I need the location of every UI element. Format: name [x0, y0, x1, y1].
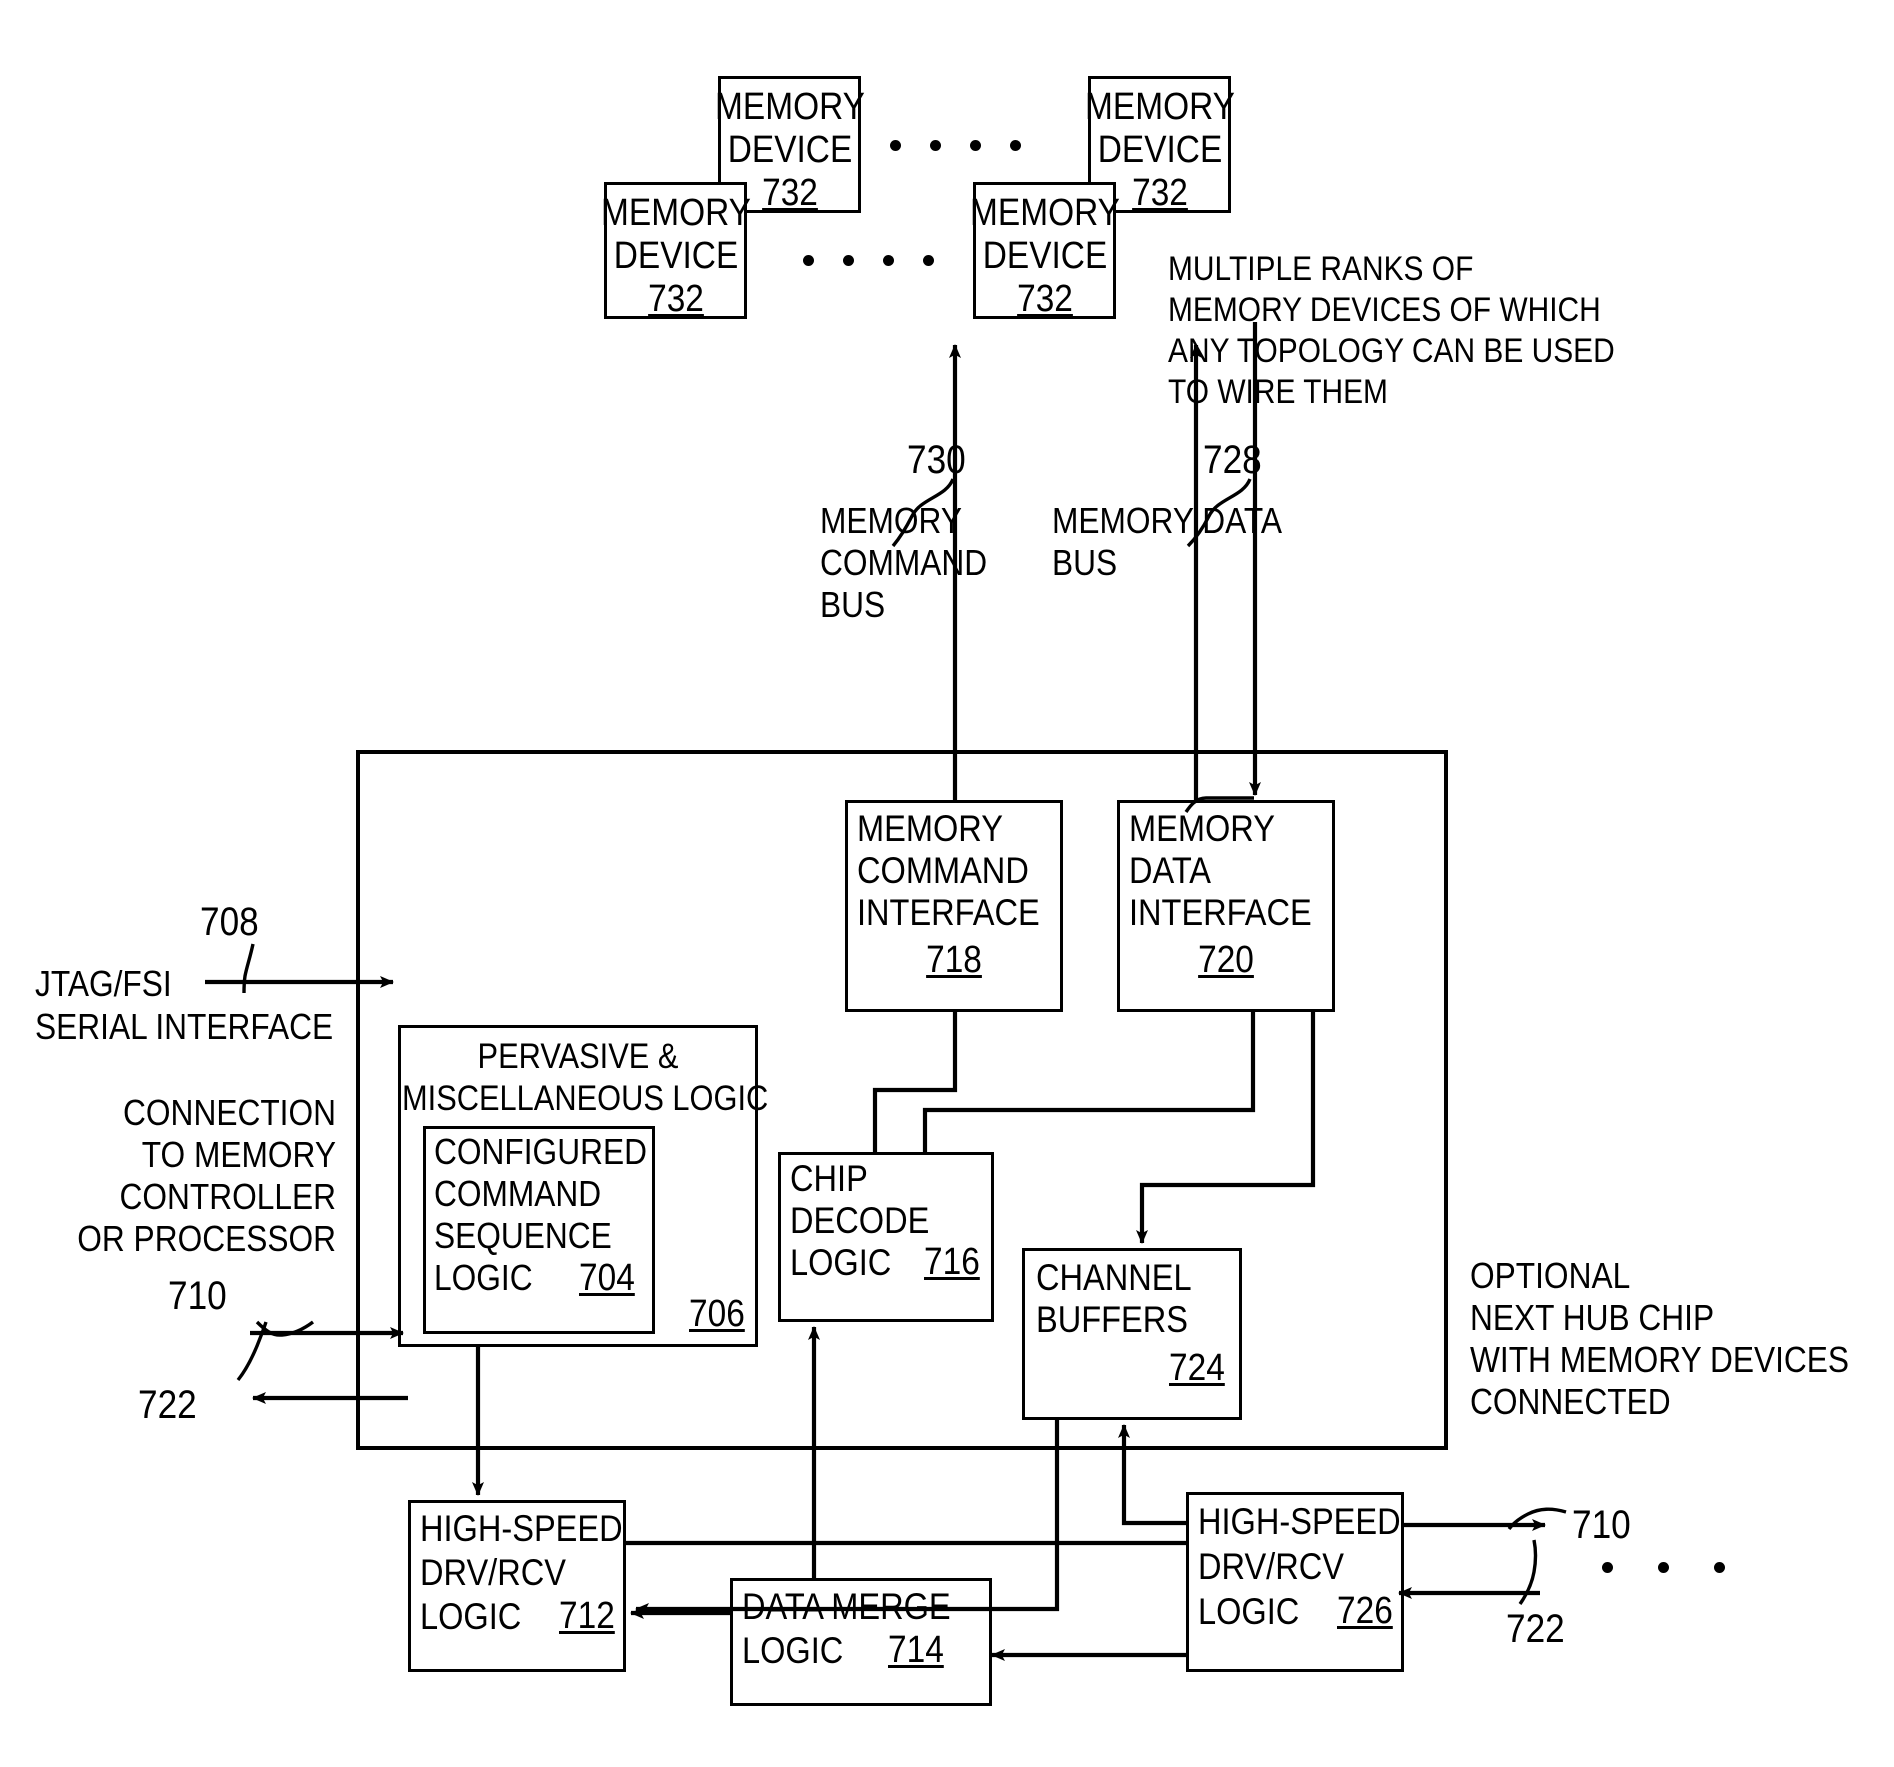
block-line: SEQUENCE: [434, 1215, 612, 1256]
ellipsis-dot: [803, 255, 814, 266]
block-ref: 718: [926, 939, 982, 981]
ranks-note-line-2: MEMORY DEVICES OF WHICH: [1168, 291, 1601, 329]
block-ref: 714: [888, 1629, 944, 1671]
memory-device-label: MEMORY: [1084, 86, 1235, 128]
block-line: DECODE: [790, 1200, 930, 1241]
leader-710-right: [1507, 1507, 1567, 1531]
optional-hub-note-line-3: WITH MEMORY DEVICES: [1470, 1339, 1850, 1380]
memory-device-box-4: MEMORY DEVICE 732: [970, 182, 1119, 320]
block-line: COMMAND: [857, 850, 1029, 891]
ref-722-right: 722: [1506, 1607, 1565, 1651]
memory-device-ref: 732: [1016, 278, 1073, 320]
leader-722-right: [1518, 1539, 1538, 1605]
memory-device-label: MEMORY: [600, 192, 751, 234]
block-ref: 716: [924, 1241, 980, 1283]
block-line: INTERFACE: [1129, 892, 1312, 933]
block-line: COMMAND: [434, 1173, 602, 1214]
memory-data-bus-line-2: BUS: [1052, 542, 1118, 583]
ellipsis-dot: [1602, 1562, 1613, 1573]
ellipsis-dot: [1714, 1562, 1725, 1573]
data-merge-logic-block: DATA MERGE LOGIC 714: [730, 1578, 992, 1706]
block-ref: 720: [1198, 939, 1254, 981]
block-ref: 726: [1337, 1590, 1393, 1632]
connection-note-line-3: CONTROLLER: [119, 1176, 336, 1217]
pervasive-misc-logic-block: PERVASIVE & MISCELLANEOUS LOGIC 706 CONF…: [398, 1025, 769, 1347]
connection-note-line-1: CONNECTION: [123, 1092, 336, 1133]
ref-710-right: 710: [1572, 1503, 1631, 1547]
block-line: MEMORY: [857, 808, 1003, 849]
memory-device-label: DEVICE: [613, 235, 738, 277]
channel-buffers-block: CHANNEL BUFFERS 724: [1022, 1248, 1242, 1420]
block-ref: 724: [1169, 1347, 1225, 1389]
block-line: MEMORY: [1129, 808, 1275, 849]
optional-hub-note-line-4: CONNECTED: [1470, 1381, 1671, 1422]
block-line: CHIP: [790, 1158, 868, 1199]
block-line: LOGIC: [742, 1630, 844, 1671]
leader-710-left: [255, 1320, 315, 1337]
block-line: BUFFERS: [1036, 1299, 1188, 1340]
memory-command-bus-line-3: BUS: [820, 584, 886, 625]
memory-command-bus-line-1: MEMORY: [820, 500, 962, 541]
memory-device-label: DEVICE: [982, 235, 1107, 277]
optional-hub-note-line-1: OPTIONAL: [1470, 1255, 1631, 1296]
pervasive-title-line-1: PERVASIVE &: [477, 1037, 679, 1076]
block-line: LOGIC: [434, 1257, 533, 1298]
ranks-note-line-4: TO WIRE THEM: [1168, 373, 1388, 411]
block-line: DRV/RCV: [1198, 1546, 1344, 1587]
ellipsis-dot: [1658, 1562, 1669, 1573]
block-line: CHANNEL: [1036, 1257, 1192, 1298]
ellipsis-dot: [930, 140, 941, 151]
jtag-note-line-2: SERIAL INTERFACE: [35, 1006, 334, 1047]
memory-data-bus-line-1: MEMORY DATA: [1052, 500, 1283, 541]
ref-708: 708: [200, 900, 259, 944]
block-line: HIGH-SPEED: [420, 1508, 623, 1549]
ref-710-left: 710: [168, 1274, 227, 1318]
ellipsis-dot: [1010, 140, 1021, 151]
block-line: LOGIC: [790, 1242, 892, 1283]
block-line: HIGH-SPEED: [1198, 1501, 1401, 1542]
pervasive-ref: 706: [689, 1293, 745, 1335]
high-speed-drv-rcv-logic-left-block: HIGH-SPEED DRV/RCV LOGIC 712: [408, 1500, 626, 1672]
jtag-note-line-1: JTAG/FSI: [35, 963, 172, 1004]
ranks-note-line-1: MULTIPLE RANKS OF: [1168, 250, 1474, 288]
memory-command-interface-block: MEMORY COMMAND INTERFACE 718: [845, 800, 1063, 1012]
leader-708: [242, 943, 255, 994]
ellipsis-dot: [843, 255, 854, 266]
ellipsis-dot: [883, 255, 894, 266]
block-line: DRV/RCV: [420, 1552, 566, 1593]
patent-figure-sheet: MEMORY DEVICE 732 MEMORY DEVICE 732 MEMO…: [0, 0, 1894, 1767]
memory-command-bus-line-2: COMMAND: [820, 542, 988, 583]
ellipsis-dot: [890, 140, 901, 151]
block-ref: 712: [559, 1595, 615, 1637]
memory-device-label: MEMORY: [714, 86, 865, 128]
block-ref: 704: [579, 1257, 635, 1299]
memory-data-interface-block: MEMORY DATA INTERFACE 720: [1117, 800, 1335, 1012]
connection-note-line-4: OR PROCESSOR: [77, 1218, 336, 1259]
ellipsis-dot: [970, 140, 981, 151]
optional-hub-note-line-2: NEXT HUB CHIP: [1470, 1297, 1715, 1338]
memory-device-label: DEVICE: [727, 129, 852, 171]
ellipsis-dot: [923, 255, 934, 266]
block-line: LOGIC: [420, 1596, 522, 1637]
leader-722-left: [236, 1321, 268, 1382]
ranks-note-line-3: ANY TOPOLOGY CAN BE USED: [1168, 332, 1615, 370]
ref-722-left: 722: [138, 1383, 197, 1427]
block-line: INTERFACE: [857, 892, 1040, 933]
block-line: LOGIC: [1198, 1591, 1300, 1632]
block-line: DATA: [1129, 850, 1212, 891]
chip-decode-logic-block: CHIP DECODE LOGIC 716: [778, 1152, 994, 1322]
configured-command-sequence-logic-block: CONFIGURED COMMAND SEQUENCE LOGIC 704: [423, 1126, 655, 1334]
pervasive-title-line-2: MISCELLANEOUS LOGIC: [402, 1079, 769, 1118]
memory-device-label: DEVICE: [1097, 129, 1222, 171]
memory-device-ref: 732: [647, 278, 704, 320]
block-line: CONFIGURED: [434, 1131, 647, 1172]
memory-device-label: MEMORY: [969, 192, 1120, 234]
high-speed-drv-rcv-logic-right-block: HIGH-SPEED DRV/RCV LOGIC 726: [1186, 1492, 1404, 1672]
connection-note-line-2: TO MEMORY: [141, 1134, 336, 1175]
memory-device-box-2: MEMORY DEVICE 732: [601, 182, 750, 320]
block-line: DATA MERGE: [742, 1586, 951, 1627]
ref-730: 730: [907, 438, 966, 482]
ref-728: 728: [1203, 438, 1262, 482]
